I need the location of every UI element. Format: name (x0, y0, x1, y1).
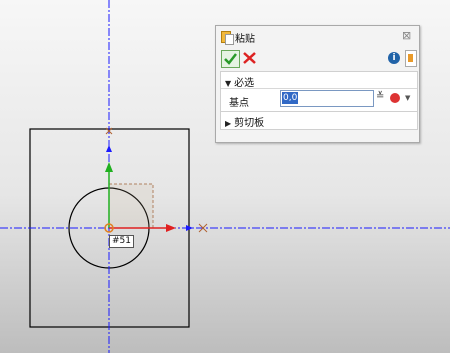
preview-box (108, 183, 154, 229)
point-label: #51 (109, 235, 134, 248)
required-section-header[interactable]: ▼ 必选 (225, 74, 254, 89)
panel-title: 粘贴 (235, 34, 255, 45)
clipboard-section-label: 剪切板 (234, 118, 265, 129)
close-icon[interactable]: ⊠ (402, 29, 411, 42)
base-point-value: 0,0 (282, 92, 299, 104)
y-arrow-head (105, 162, 113, 172)
y-end-marker (106, 145, 112, 152)
x-arrow-head (166, 224, 176, 232)
base-point-input[interactable]: 0,0 (280, 90, 374, 107)
paste-panel: 粘贴 ⊠ i ▼ 必选 基点 0,0 ≚ ▼ ▶ 剪切板 (215, 25, 420, 143)
chevron-down-icon[interactable]: ▼ (405, 94, 410, 102)
ok-button[interactable] (221, 50, 240, 68)
paste-icon (221, 31, 234, 45)
panel-button-row: i (216, 49, 419, 71)
cancel-button[interactable] (241, 50, 258, 66)
expand-icon: ▼ (225, 79, 232, 88)
required-section: ▼ 必选 基点 0,0 ≚ ▼ (220, 71, 418, 113)
cross-icon (243, 52, 256, 64)
checkmark-icon (224, 53, 237, 65)
snap-point-icon[interactable] (390, 93, 400, 103)
info-button[interactable]: i (388, 52, 400, 64)
panel-titlebar: 粘贴 ⊠ (216, 26, 419, 48)
dropdown-icon[interactable]: ≚ (376, 91, 384, 102)
clipboard-section-header[interactable]: ▶ 剪切板 (225, 114, 264, 129)
collapse-icon: ▶ (225, 119, 232, 128)
help-button[interactable] (405, 50, 417, 67)
clipboard-section: ▶ 剪切板 (220, 111, 418, 130)
base-point-label: 基点 (229, 98, 249, 109)
